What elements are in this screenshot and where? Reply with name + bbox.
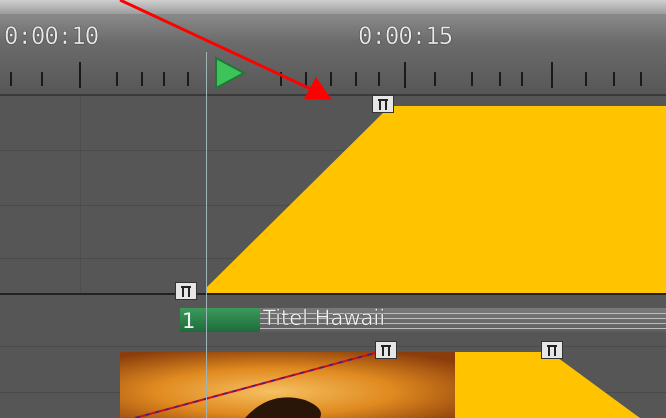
annotation-arrow (119, 0, 332, 100)
